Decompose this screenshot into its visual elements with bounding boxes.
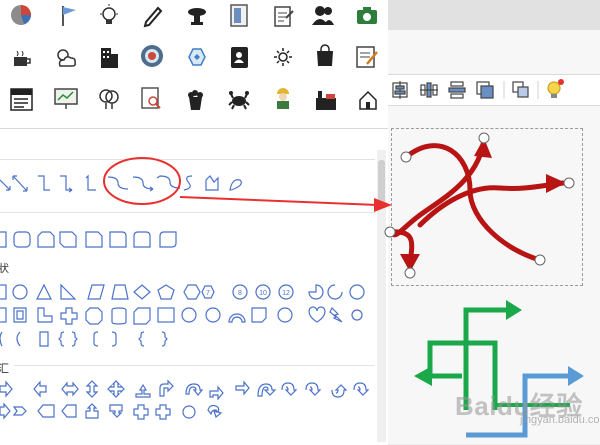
handle-left[interactable] [384,226,396,238]
canvas-drawing [179,132,584,438]
green-arrowhead-right [506,300,522,320]
handle-right[interactable] [563,177,575,189]
annotation-arrow [179,196,392,212]
handle-top[interactable] [478,132,490,144]
watermark-url: jingyan.baidu.com [520,414,600,426]
handle-bottom-left[interactable] [404,267,416,279]
handle-bottom-right[interactable] [534,254,546,266]
blue-arrowhead-right [568,366,584,386]
red-arrowhead-right [546,174,566,193]
red-curved-arrow-1[interactable] [403,143,543,263]
handle-top-left[interactable] [400,151,412,163]
red-curved-arrow-3[interactable] [417,180,566,228]
